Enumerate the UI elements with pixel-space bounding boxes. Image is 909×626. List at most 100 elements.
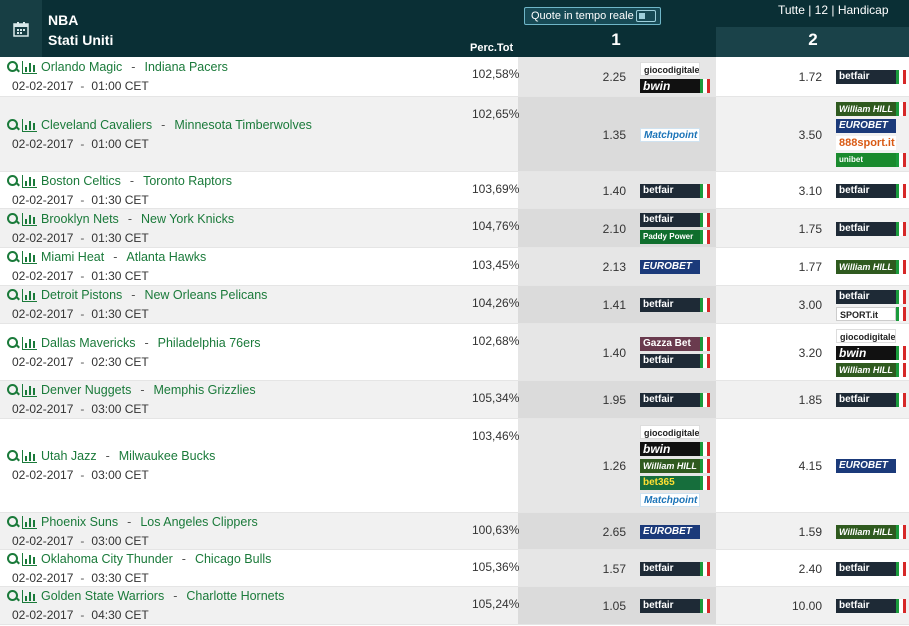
away-team-link[interactable]: Memphis Grizzlies: [154, 383, 256, 397]
bookmaker-badge[interactable]: EUROBET: [836, 459, 896, 473]
odds-1-value[interactable]: 1.05: [586, 599, 626, 613]
bookmaker-badge[interactable]: William HILL: [836, 363, 906, 377]
bookmaker-badge[interactable]: EUROBET: [640, 260, 700, 274]
odds-1-value[interactable]: 1.95: [586, 393, 626, 407]
away-team-link[interactable]: Charlotte Hornets: [186, 589, 284, 603]
stats-icon[interactable]: [22, 336, 37, 350]
bookmaker-badge[interactable]: bwin: [836, 346, 906, 360]
live-odds-toggle-button[interactable]: Quote in tempo reale: [524, 7, 661, 25]
stats-icon[interactable]: [22, 515, 37, 529]
bookmaker-badge[interactable]: betfair: [836, 290, 906, 304]
bookmaker-badge[interactable]: Matchpoint: [640, 493, 710, 507]
home-team-link[interactable]: Utah Jazz: [41, 449, 97, 463]
search-icon[interactable]: [6, 212, 20, 226]
stats-icon[interactable]: [22, 212, 37, 226]
search-icon[interactable]: [6, 449, 20, 463]
stats-icon[interactable]: [22, 383, 37, 397]
bookmaker-badge[interactable]: bwin: [640, 79, 710, 93]
bookmaker-badge[interactable]: betfair: [640, 213, 710, 227]
odds-1-value[interactable]: 2.10: [586, 222, 626, 236]
match-teams[interactable]: Oklahoma City Thunder - Chicago Bulls: [6, 552, 271, 566]
home-team-link[interactable]: Golden State Warriors: [41, 589, 164, 603]
home-team-link[interactable]: Miami Heat: [41, 250, 104, 264]
match-teams[interactable]: Denver Nuggets - Memphis Grizzlies: [6, 383, 256, 397]
match-teams[interactable]: Golden State Warriors - Charlotte Hornets: [6, 589, 284, 603]
odds-2-value[interactable]: 3.20: [782, 346, 822, 360]
away-team-link[interactable]: New York Knicks: [141, 212, 234, 226]
bookmaker-badge[interactable]: EUROBET: [836, 119, 906, 133]
bookmaker-badge[interactable]: bet365: [640, 476, 710, 490]
match-teams[interactable]: Orlando Magic - Indiana Pacers: [6, 60, 228, 74]
bookmaker-badge[interactable]: William HILL: [836, 525, 906, 539]
home-team-link[interactable]: Detroit Pistons: [41, 288, 122, 302]
away-team-link[interactable]: Toronto Raptors: [143, 174, 232, 188]
bookmaker-badge[interactable]: betfair: [836, 393, 906, 407]
odds-2-value[interactable]: 1.59: [782, 525, 822, 539]
match-teams[interactable]: Utah Jazz - Milwaukee Bucks: [6, 449, 215, 463]
odds-2-value[interactable]: 3.00: [782, 298, 822, 312]
search-icon[interactable]: [6, 250, 20, 264]
search-icon[interactable]: [6, 515, 20, 529]
search-icon[interactable]: [6, 336, 20, 350]
bookmaker-badge[interactable]: betfair: [836, 599, 906, 613]
stats-icon[interactable]: [22, 589, 37, 603]
odds-1-value[interactable]: 1.41: [586, 298, 626, 312]
odds-1-value[interactable]: 2.25: [586, 70, 626, 84]
match-teams[interactable]: Detroit Pistons - New Orleans Pelicans: [6, 288, 267, 302]
stats-icon[interactable]: [22, 118, 37, 132]
away-team-link[interactable]: Milwaukee Bucks: [119, 449, 216, 463]
home-team-link[interactable]: Boston Celtics: [41, 174, 121, 188]
bookmaker-badge[interactable]: unibet: [836, 153, 906, 167]
bookmaker-badge[interactable]: William HILL: [836, 102, 906, 116]
away-team-link[interactable]: Los Angeles Clippers: [140, 515, 257, 529]
match-teams[interactable]: Phoenix Suns - Los Angeles Clippers: [6, 515, 258, 529]
bookmaker-badge[interactable]: Paddy Power: [640, 230, 710, 244]
odds-2-value[interactable]: 4.15: [782, 459, 822, 473]
match-teams[interactable]: Boston Celtics - Toronto Raptors: [6, 174, 232, 188]
home-team-link[interactable]: Oklahoma City Thunder: [41, 552, 173, 566]
bookmaker-badge[interactable]: EUROBET: [640, 525, 700, 539]
stats-icon[interactable]: [22, 552, 37, 566]
odds-2-value[interactable]: 3.10: [782, 184, 822, 198]
bookmaker-badge[interactable]: betfair: [640, 562, 710, 576]
market-filters[interactable]: Tutte | 12 | Handicap: [778, 3, 889, 17]
search-icon[interactable]: [6, 60, 20, 74]
bookmaker-badge[interactable]: William HILL: [836, 260, 906, 274]
bookmaker-badge[interactable]: betfair: [640, 184, 710, 198]
match-teams[interactable]: Cleveland Cavaliers - Minnesota Timberwolv…: [6, 118, 312, 132]
bookmaker-badge[interactable]: William HILL: [640, 459, 710, 473]
stats-icon[interactable]: [22, 288, 37, 302]
search-icon[interactable]: [6, 288, 20, 302]
odds-1-value[interactable]: 1.35: [586, 128, 626, 142]
stats-icon[interactable]: [22, 174, 37, 188]
search-icon[interactable]: [6, 118, 20, 132]
odds-1-value[interactable]: 1.40: [586, 346, 626, 360]
odds-1-value[interactable]: 1.57: [586, 562, 626, 576]
match-teams[interactable]: Miami Heat - Atlanta Hawks: [6, 250, 206, 264]
search-icon[interactable]: [6, 174, 20, 188]
home-team-link[interactable]: Phoenix Suns: [41, 515, 118, 529]
odds-2-value[interactable]: 10.00: [782, 599, 822, 613]
stats-icon[interactable]: [22, 250, 37, 264]
odds-2-value[interactable]: 1.85: [782, 393, 822, 407]
search-icon[interactable]: [6, 552, 20, 566]
odds-2-value[interactable]: 1.72: [782, 70, 822, 84]
bookmaker-badge[interactable]: bwin: [640, 442, 710, 456]
stats-icon[interactable]: [22, 60, 37, 74]
odds-2-value[interactable]: 1.75: [782, 222, 822, 236]
home-team-link[interactable]: Denver Nuggets: [41, 383, 131, 397]
away-team-link[interactable]: Philadelphia 76ers: [158, 336, 261, 350]
odds-1-value[interactable]: 2.13: [586, 260, 626, 274]
bookmaker-badge[interactable]: betfair: [836, 184, 906, 198]
away-team-link[interactable]: New Orleans Pelicans: [144, 288, 267, 302]
bookmaker-badge[interactable]: betfair: [640, 393, 710, 407]
home-team-link[interactable]: Brooklyn Nets: [41, 212, 119, 226]
bookmaker-badge[interactable]: Matchpoint: [640, 128, 700, 142]
bookmaker-badge[interactable]: 888sport.it: [836, 136, 906, 150]
odds-2-value[interactable]: 3.50: [782, 128, 822, 142]
bookmaker-badge[interactable]: Gazza Bet: [640, 337, 710, 351]
away-team-link[interactable]: Chicago Bulls: [195, 552, 271, 566]
odds-1-value[interactable]: 1.40: [586, 184, 626, 198]
calendar-icon[interactable]: [0, 0, 42, 57]
odds-1-value[interactable]: 2.65: [586, 525, 626, 539]
